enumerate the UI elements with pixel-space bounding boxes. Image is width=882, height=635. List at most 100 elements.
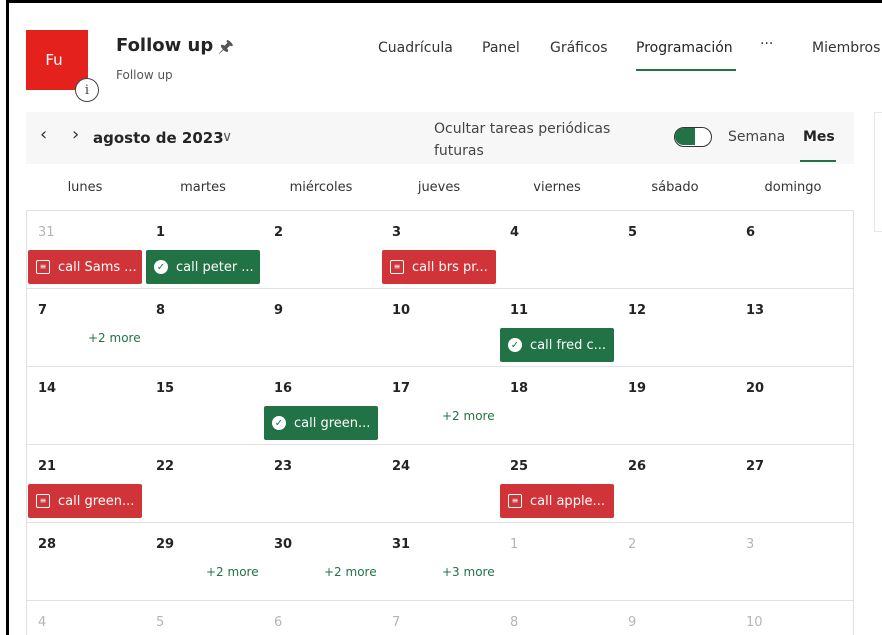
day-number[interactable]: 7 bbox=[38, 303, 47, 318]
day-number[interactable]: 21 bbox=[38, 459, 56, 474]
task-card[interactable]: ≡ call brs pr... bbox=[382, 250, 496, 284]
task-label: call peter ... bbox=[176, 259, 254, 275]
weekday-header: miércoles bbox=[289, 180, 353, 195]
day-number[interactable]: 1 bbox=[156, 225, 165, 240]
check-circle-icon: ✓ bbox=[272, 416, 286, 430]
active-tab-indicator bbox=[636, 69, 736, 71]
day-number[interactable]: 22 bbox=[156, 459, 174, 474]
day-number[interactable]: 2 bbox=[274, 225, 283, 240]
row-divider bbox=[26, 600, 854, 601]
day-number[interactable]: 11 bbox=[510, 303, 528, 318]
weekday-header: jueves bbox=[417, 180, 461, 195]
plan-subtitle: Follow up bbox=[116, 68, 173, 82]
day-number[interactable]: 17 bbox=[392, 381, 410, 396]
day-number[interactable]: 1 bbox=[510, 537, 518, 552]
day-number[interactable]: 31 bbox=[38, 225, 55, 240]
more-tasks-link[interactable]: +3 more bbox=[442, 565, 495, 579]
day-number[interactable]: 6 bbox=[274, 615, 282, 630]
pin-icon[interactable]: 🖈︎ bbox=[218, 34, 234, 63]
day-number[interactable]: 9 bbox=[274, 303, 283, 318]
day-number[interactable]: 4 bbox=[510, 225, 519, 240]
tab-schedule[interactable]: Programación bbox=[636, 40, 733, 56]
calendar-icon: ≡ bbox=[508, 494, 522, 508]
month-label[interactable]: agosto de 2023 bbox=[93, 129, 224, 147]
weekday-header: martes bbox=[180, 180, 226, 195]
row-divider bbox=[26, 444, 854, 445]
day-number[interactable]: 24 bbox=[392, 459, 410, 474]
day-number[interactable]: 3 bbox=[746, 537, 754, 552]
task-card[interactable]: ≡ call apple... bbox=[500, 484, 614, 518]
more-tasks-link[interactable]: +2 more bbox=[206, 565, 259, 579]
task-label: call brs pr... bbox=[412, 259, 488, 275]
weekday-header: sábado bbox=[651, 180, 699, 195]
task-label: call Sams ... bbox=[58, 259, 137, 275]
check-circle-icon: ✓ bbox=[508, 338, 522, 352]
day-number[interactable]: 5 bbox=[628, 225, 637, 240]
day-number[interactable]: 18 bbox=[510, 381, 528, 396]
day-number[interactable]: 6 bbox=[746, 225, 755, 240]
tab-board[interactable]: Panel bbox=[482, 40, 520, 56]
next-month-button[interactable]: › bbox=[72, 124, 79, 145]
calendar-icon: ≡ bbox=[36, 260, 50, 274]
task-label: call apple... bbox=[530, 493, 605, 509]
more-tasks-link[interactable]: +2 more bbox=[88, 331, 141, 345]
day-number[interactable]: 8 bbox=[510, 615, 518, 630]
row-divider bbox=[26, 522, 854, 523]
day-number[interactable]: 10 bbox=[746, 615, 763, 630]
task-card[interactable]: ✓ call green... bbox=[264, 406, 378, 440]
more-tabs-icon[interactable]: ··· bbox=[760, 36, 773, 52]
page-title: Follow up bbox=[116, 35, 214, 56]
task-card[interactable]: ✓ call peter ... bbox=[146, 250, 260, 284]
task-card[interactable]: ✓ call fred c... bbox=[500, 328, 614, 362]
row-divider bbox=[26, 366, 854, 367]
day-number[interactable]: 25 bbox=[510, 459, 528, 474]
day-number[interactable]: 28 bbox=[38, 537, 56, 552]
plan-avatar-text: Fu bbox=[45, 51, 63, 69]
day-number[interactable]: 29 bbox=[156, 537, 174, 552]
task-card[interactable]: ≡ call Sams ... bbox=[28, 250, 142, 284]
task-label: call green... bbox=[294, 415, 371, 431]
task-label: call fred c... bbox=[530, 337, 607, 353]
more-tasks-link[interactable]: +2 more bbox=[324, 565, 377, 579]
calendar-icon: ≡ bbox=[36, 494, 50, 508]
day-number[interactable]: 4 bbox=[38, 615, 46, 630]
day-number[interactable]: 12 bbox=[628, 303, 646, 318]
previous-month-button[interactable]: ‹ bbox=[40, 124, 47, 145]
day-number[interactable]: 30 bbox=[274, 537, 292, 552]
calendar-icon: ≡ bbox=[390, 260, 404, 274]
day-number[interactable]: 27 bbox=[746, 459, 764, 474]
tab-charts[interactable]: Gráficos bbox=[550, 40, 608, 56]
day-number[interactable]: 16 bbox=[274, 381, 292, 396]
day-number[interactable]: 3 bbox=[392, 225, 401, 240]
chevron-down-icon[interactable]: ∨ bbox=[222, 129, 232, 145]
day-number[interactable]: 15 bbox=[156, 381, 174, 396]
day-number[interactable]: 20 bbox=[746, 381, 764, 396]
active-view-indicator bbox=[800, 160, 836, 162]
day-number[interactable]: 5 bbox=[156, 615, 164, 630]
day-number[interactable]: 31 bbox=[392, 537, 410, 552]
check-circle-icon: ✓ bbox=[154, 260, 168, 274]
weekday-header: domingo bbox=[764, 180, 822, 195]
toggle-fill bbox=[675, 128, 695, 145]
day-number[interactable]: 2 bbox=[628, 537, 636, 552]
tab-members[interactable]: Miembros bbox=[812, 40, 880, 56]
day-number[interactable]: 23 bbox=[274, 459, 292, 474]
hide-recurring-toggle[interactable] bbox=[674, 127, 712, 147]
view-week-button[interactable]: Semana bbox=[728, 129, 785, 145]
day-number[interactable]: 8 bbox=[156, 303, 165, 318]
day-number[interactable]: 14 bbox=[38, 381, 56, 396]
day-number[interactable]: 7 bbox=[392, 615, 400, 630]
day-number[interactable]: 10 bbox=[392, 303, 410, 318]
task-card[interactable]: ≡ call green... bbox=[28, 484, 142, 518]
day-number[interactable]: 9 bbox=[628, 615, 636, 630]
hide-recurring-label: Ocultar tareas periódicas futuras bbox=[434, 121, 611, 159]
weekday-header: viernes bbox=[533, 180, 581, 195]
row-divider bbox=[26, 288, 854, 289]
view-month-button[interactable]: Mes bbox=[803, 129, 835, 145]
day-number[interactable]: 26 bbox=[628, 459, 646, 474]
day-number[interactable]: 19 bbox=[628, 381, 646, 396]
day-number[interactable]: 13 bbox=[746, 303, 764, 318]
tab-grid[interactable]: Cuadrícula bbox=[378, 40, 453, 56]
more-tasks-link[interactable]: +2 more bbox=[442, 409, 495, 423]
info-icon[interactable]: i bbox=[75, 78, 99, 102]
